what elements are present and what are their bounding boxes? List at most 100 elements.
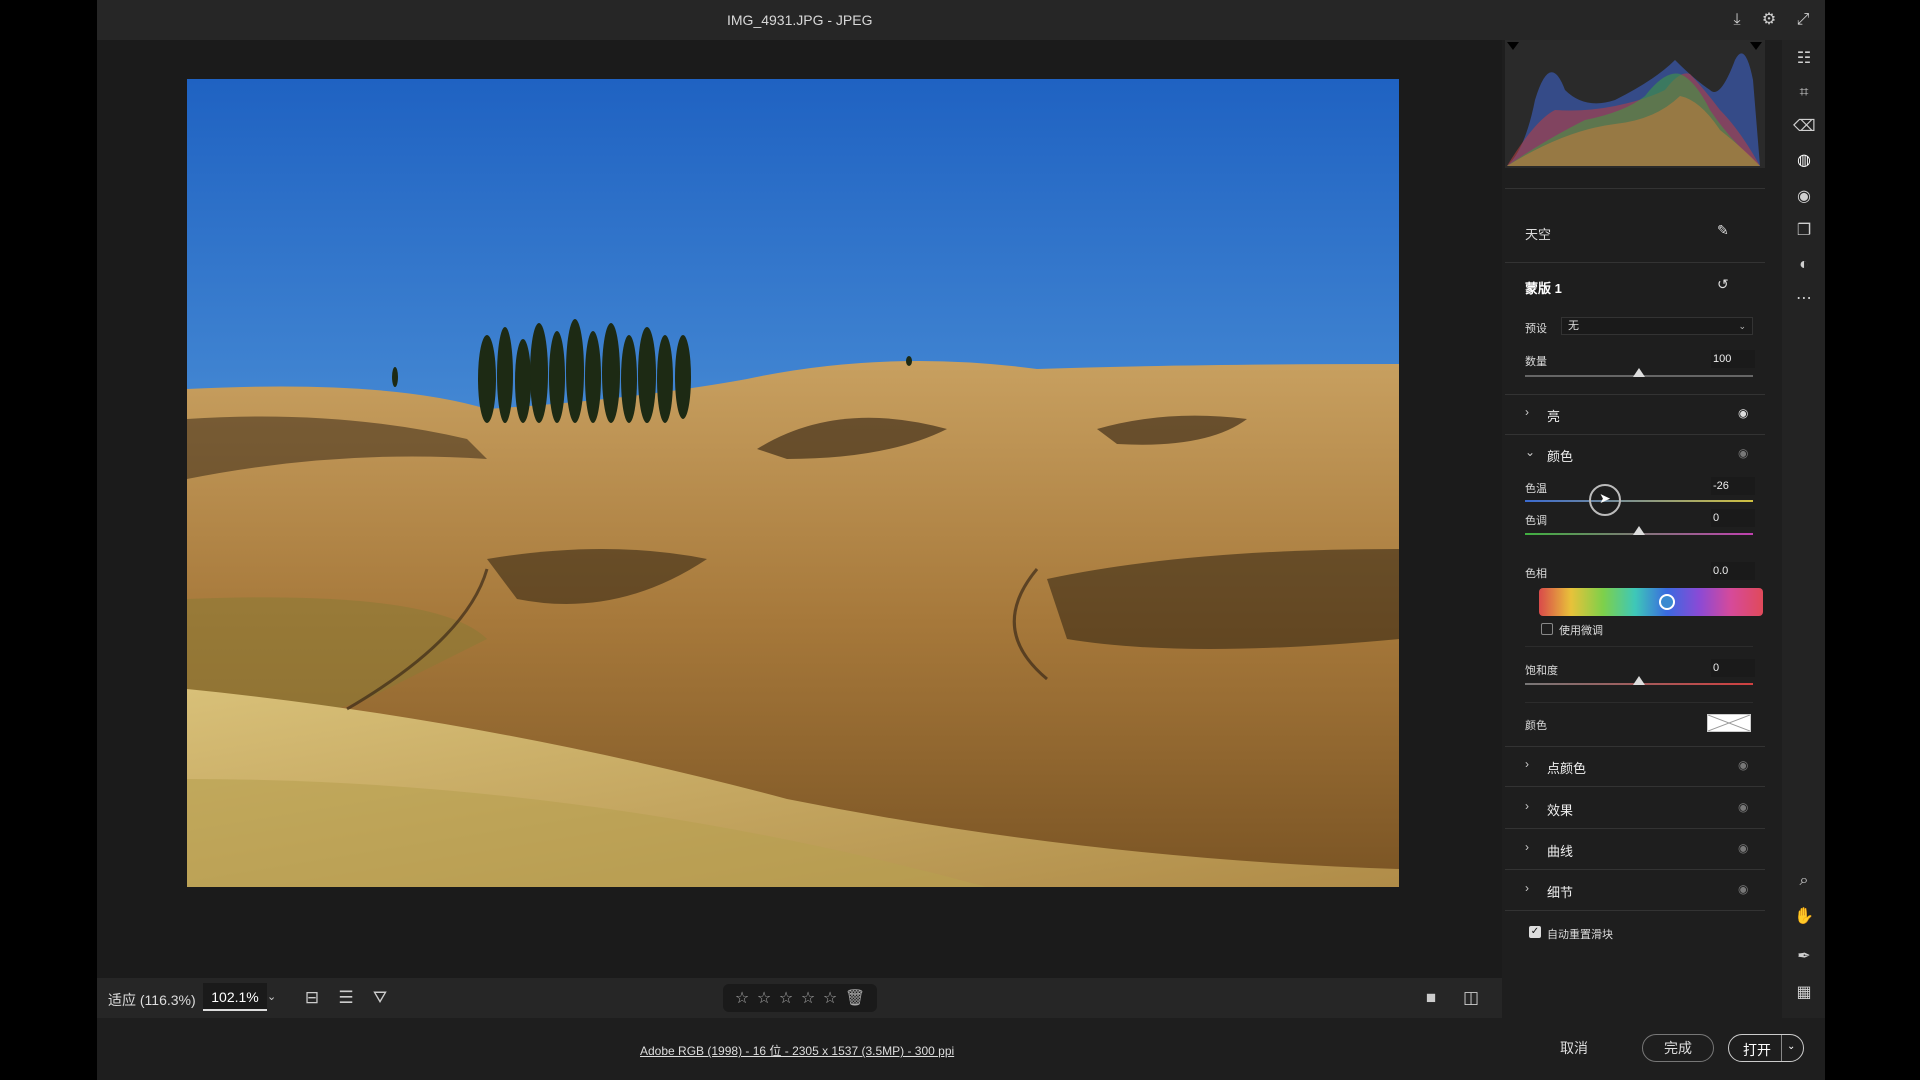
eye-icon[interactable]: ◉ bbox=[1738, 882, 1748, 896]
chevron-down-icon: ⌄ bbox=[1525, 445, 1536, 459]
eyedropper-icon[interactable]: ✒ bbox=[1793, 946, 1815, 968]
snapshots-icon[interactable]: ❐ bbox=[1793, 220, 1815, 242]
saturation-value[interactable]: 0 bbox=[1711, 659, 1755, 677]
filmstrip-icon[interactable]: ⊟ bbox=[301, 987, 323, 1009]
reset-icon[interactable]: ↺ bbox=[1717, 276, 1729, 293]
fullscreen-icon[interactable]: ⤢ bbox=[1793, 10, 1813, 30]
hand-icon[interactable]: ✋ bbox=[1793, 906, 1815, 928]
presets-icon[interactable]: ◐ bbox=[1793, 254, 1815, 276]
temp-value[interactable]: -26 bbox=[1711, 477, 1755, 495]
grid-icon[interactable]: ▦ bbox=[1793, 982, 1815, 1004]
open-button-divider bbox=[1781, 1035, 1782, 1061]
open-button[interactable]: 打开 ⌄ bbox=[1728, 1034, 1804, 1062]
view-toolbar: 适应 (116.3%) 102.1% ⌄ ⊟ ☰ ⛛ ☆ ☆ ☆ ☆ ☆ 🗑 ■… bbox=[97, 978, 1502, 1018]
star-5[interactable]: ☆ bbox=[823, 988, 837, 1008]
amount-value[interactable]: 100 bbox=[1711, 350, 1755, 368]
section-point-color[interactable]: › 点颜色 ◉ bbox=[1505, 746, 1765, 786]
tool-strip: ☷ ⌗ ⌫ ◍ ◉ ❐ ◐ ⋯ ⌕ ✋ ✒ ▦ bbox=[1782, 40, 1825, 1018]
red-eye-icon[interactable]: ◉ bbox=[1793, 186, 1815, 208]
filter-icon[interactable]: ⛛ bbox=[369, 987, 391, 1009]
section-detail-label: 细节 bbox=[1547, 885, 1574, 900]
section-curve-label: 曲线 bbox=[1547, 844, 1574, 859]
open-button-label: 打开 bbox=[1743, 1042, 1771, 1058]
hue-slider[interactable] bbox=[1539, 588, 1763, 616]
chevron-right-icon: › bbox=[1525, 840, 1529, 854]
mask-name[interactable]: 蒙版 1 bbox=[1525, 278, 1562, 297]
section-light-label: 亮 bbox=[1547, 409, 1561, 424]
cancel-button[interactable]: 取消 bbox=[1560, 1038, 1588, 1058]
divider bbox=[1525, 702, 1753, 703]
footer-bar: Adobe RGB (1998) - 16 位 - 2305 x 1537 (3… bbox=[97, 1018, 1825, 1080]
divider bbox=[1505, 262, 1765, 263]
auto-reset-checkbox[interactable]: ✓ bbox=[1529, 926, 1541, 938]
amount-slider-thumb[interactable] bbox=[1633, 368, 1645, 377]
chevron-right-icon: › bbox=[1525, 405, 1529, 419]
preset-select[interactable]: 无 ⌄ bbox=[1561, 317, 1753, 335]
hue-slider-knob[interactable] bbox=[1659, 594, 1675, 610]
workflow-options-link[interactable]: Adobe RGB (1998) - 16 位 - 2305 x 1537 (3… bbox=[640, 1042, 954, 1059]
eye-icon[interactable]: ◉ bbox=[1738, 800, 1748, 814]
tint-label: 色调 bbox=[1525, 515, 1547, 527]
done-button[interactable]: 完成 bbox=[1642, 1034, 1714, 1062]
chevron-right-icon: › bbox=[1525, 881, 1529, 895]
section-effects-label: 效果 bbox=[1547, 803, 1574, 818]
eraser-icon[interactable]: ⌫ bbox=[1793, 116, 1816, 138]
section-effects[interactable]: › 效果 ◉ bbox=[1505, 788, 1765, 828]
edit-mask-icon[interactable]: ✎ bbox=[1717, 222, 1729, 239]
zoom-dropdown-icon[interactable]: ⌄ bbox=[267, 990, 276, 1003]
saturation-slider-thumb[interactable] bbox=[1633, 676, 1645, 685]
title-bar: IMG_4931.JPG - JPEG ⤓ ⚙ ⤢ bbox=[97, 0, 1825, 40]
zoom-value[interactable]: 102.1% bbox=[203, 983, 267, 1011]
edit-sliders-icon[interactable]: ☷ bbox=[1793, 48, 1815, 70]
temperature-slider[interactable] bbox=[1525, 500, 1753, 502]
preset-label: 预设 bbox=[1525, 323, 1547, 335]
crop-icon[interactable]: ⌗ bbox=[1793, 82, 1815, 104]
eye-icon[interactable]: ◉ bbox=[1738, 758, 1748, 772]
chevron-down-icon[interactable]: ⌄ bbox=[1787, 1041, 1795, 1052]
masking-panel: 天空 ✎ 蒙版 1 ↺ 预设 无 ⌄ 数量 100 › 亮 ◉ ⌄ 颜色 ◉ 色… bbox=[1505, 40, 1765, 1018]
histogram bbox=[1505, 40, 1765, 168]
gear-icon[interactable]: ⚙ bbox=[1759, 10, 1779, 30]
eye-icon[interactable]: ◉ bbox=[1738, 406, 1748, 420]
single-view-icon[interactable]: ■ bbox=[1420, 987, 1442, 1009]
preset-select-value: 无 bbox=[1568, 320, 1579, 332]
hue-value[interactable]: 0.0 bbox=[1711, 562, 1755, 580]
rating-bar: ☆ ☆ ☆ ☆ ☆ 🗑 bbox=[723, 984, 877, 1012]
before-after-icon[interactable]: ◫ bbox=[1460, 987, 1482, 1009]
color-label: 颜色 bbox=[1525, 720, 1547, 732]
star-3[interactable]: ☆ bbox=[779, 988, 793, 1008]
photo-preview[interactable] bbox=[187, 79, 1399, 887]
eye-icon[interactable]: ◉ bbox=[1738, 841, 1748, 855]
window-title: IMG_4931.JPG - JPEG bbox=[727, 12, 873, 28]
image-canvas[interactable] bbox=[97, 40, 1502, 978]
hue-label: 色相 bbox=[1525, 568, 1547, 580]
masking-icon[interactable]: ◍ bbox=[1793, 150, 1815, 172]
fine-adjust-label: 使用微调 bbox=[1559, 625, 1603, 637]
tint-value[interactable]: 0 bbox=[1711, 509, 1755, 527]
section-curve[interactable]: › 曲线 ◉ bbox=[1505, 829, 1765, 869]
eye-icon[interactable]: ◉ bbox=[1738, 446, 1748, 460]
color-swatch[interactable] bbox=[1707, 714, 1751, 732]
star-2[interactable]: ☆ bbox=[757, 988, 771, 1008]
star-1[interactable]: ☆ bbox=[735, 988, 749, 1008]
section-detail[interactable]: › 细节 ◉ bbox=[1505, 870, 1765, 910]
tint-slider-thumb[interactable] bbox=[1633, 526, 1645, 535]
fine-adjust-checkbox[interactable] bbox=[1541, 623, 1553, 635]
zoom-icon[interactable]: ⌕ bbox=[1793, 870, 1815, 892]
fit-zoom-label[interactable]: 适应 (116.3%) bbox=[108, 990, 196, 1010]
more-icon[interactable]: ⋯ bbox=[1793, 288, 1815, 310]
divider bbox=[1505, 188, 1765, 189]
section-light[interactable]: › 亮 ◉ bbox=[1505, 394, 1765, 434]
trash-icon[interactable]: 🗑 bbox=[845, 988, 865, 1008]
mask-group-name[interactable]: 天空 bbox=[1525, 224, 1551, 243]
save-icon[interactable]: ⤓ bbox=[1727, 10, 1747, 30]
landscape-photo bbox=[187, 79, 1399, 887]
chevron-down-icon: ⌄ bbox=[1738, 321, 1746, 331]
section-color[interactable]: ⌄ 颜色 ◉ bbox=[1505, 434, 1765, 474]
sort-icon[interactable]: ☰ bbox=[335, 987, 357, 1009]
divider bbox=[1505, 786, 1765, 787]
star-4[interactable]: ☆ bbox=[801, 988, 815, 1008]
saturation-label: 饱和度 bbox=[1525, 665, 1558, 677]
auto-reset-label: 自动重置滑块 bbox=[1547, 929, 1613, 941]
chevron-right-icon: › bbox=[1525, 799, 1529, 813]
